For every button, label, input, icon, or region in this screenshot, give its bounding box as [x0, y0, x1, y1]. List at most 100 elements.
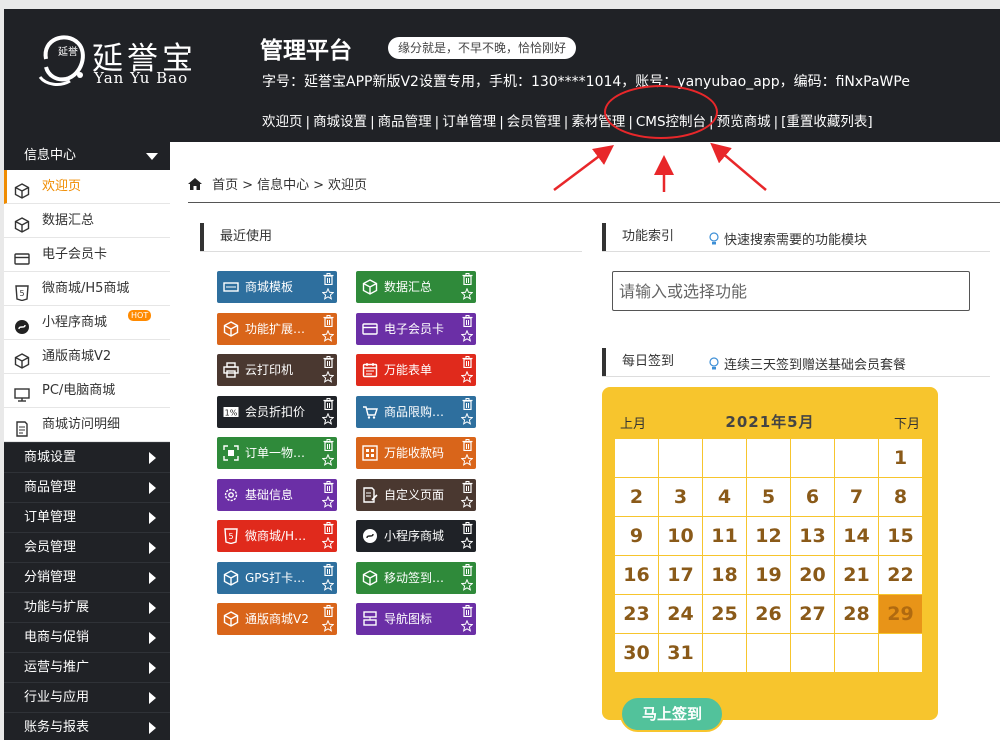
star-icon[interactable]: [460, 287, 474, 300]
calendar-day[interactable]: 23: [615, 595, 658, 633]
trash-icon[interactable]: [462, 605, 473, 618]
sidebar-sub-item[interactable]: 商城访问明细: [4, 408, 170, 442]
recent-tile[interactable]: 商品限购商...: [356, 395, 476, 428]
calendar-today[interactable]: 29: [879, 595, 922, 633]
next-month-button[interactable]: 下月: [894, 413, 920, 432]
calendar-day[interactable]: 22: [879, 556, 922, 594]
trash-icon[interactable]: [323, 522, 334, 535]
calendar-day[interactable]: 31: [659, 634, 702, 672]
calendar-day[interactable]: 16: [615, 556, 658, 594]
breadcrumb-info-center[interactable]: 信息中心: [257, 178, 309, 193]
calendar-day[interactable]: 7: [835, 478, 878, 516]
star-icon[interactable]: [460, 453, 474, 466]
sidebar-category[interactable]: 订单管理: [4, 502, 170, 532]
recent-tile[interactable]: 导航图标: [356, 603, 476, 635]
recent-tile[interactable]: 通版商城V2: [217, 603, 337, 635]
trash-icon[interactable]: [462, 439, 473, 452]
calendar-day[interactable]: 25: [703, 595, 746, 633]
calendar-day[interactable]: 17: [659, 556, 702, 594]
trash-icon[interactable]: [462, 522, 473, 535]
breadcrumb-home[interactable]: 首页: [212, 178, 238, 193]
star-icon[interactable]: [321, 619, 335, 632]
star-icon[interactable]: [460, 329, 474, 342]
star-icon[interactable]: [321, 329, 335, 342]
sidebar-category[interactable]: 运营与推广: [4, 652, 170, 682]
calendar-day[interactable]: 28: [835, 595, 878, 633]
calendar-day[interactable]: 11: [703, 517, 746, 555]
calendar-day[interactable]: 19: [747, 556, 790, 594]
top-nav-item[interactable]: 会员管理: [507, 114, 561, 130]
sidebar-category[interactable]: 功能与扩展: [4, 592, 170, 622]
trash-icon[interactable]: [462, 397, 473, 410]
sidebar-sub-item[interactable]: 通版商城V2: [4, 340, 170, 374]
trash-icon[interactable]: [323, 356, 334, 369]
trash-icon[interactable]: [323, 605, 334, 618]
sidebar-sub-item[interactable]: 5 微商城/H5商城: [4, 272, 170, 306]
calendar-day[interactable]: 20: [791, 556, 834, 594]
trash-icon[interactable]: [323, 563, 334, 576]
star-icon[interactable]: [460, 619, 474, 632]
recent-tile[interactable]: 移动签到（...: [356, 561, 476, 594]
star-icon[interactable]: [321, 453, 335, 466]
trash-icon[interactable]: [462, 356, 473, 369]
recent-tile[interactable]: GPS打卡签...: [217, 561, 337, 594]
recent-tile[interactable]: 功能扩展引...: [217, 312, 337, 345]
recent-tile[interactable]: 基础信息: [217, 478, 337, 511]
calendar-day[interactable]: 26: [747, 595, 790, 633]
trash-icon[interactable]: [323, 273, 334, 286]
calendar-day[interactable]: 3: [659, 478, 702, 516]
calendar-day[interactable]: 21: [835, 556, 878, 594]
recent-tile[interactable]: 数据汇总: [356, 271, 476, 303]
top-nav-item[interactable]: 商城设置: [313, 114, 367, 130]
sidebar-category[interactable]: 行业与应用: [4, 682, 170, 712]
sidebar-sub-item[interactable]: 欢迎页: [4, 170, 170, 204]
calendar-day[interactable]: 24: [659, 595, 702, 633]
calendar-day[interactable]: 12: [747, 517, 790, 555]
recent-tile[interactable]: 订单一物一...: [217, 437, 337, 469]
top-nav-item[interactable]: 欢迎页: [262, 114, 303, 130]
calendar-day[interactable]: 15: [879, 517, 922, 555]
trash-icon[interactable]: [462, 563, 473, 576]
star-icon[interactable]: [321, 287, 335, 300]
star-icon[interactable]: [460, 412, 474, 425]
trash-icon[interactable]: [323, 397, 334, 410]
calendar-day[interactable]: 6: [791, 478, 834, 516]
calendar-day[interactable]: 13: [791, 517, 834, 555]
top-nav-item[interactable]: 订单管理: [442, 114, 496, 130]
top-nav-item[interactable]: CMS控制台: [636, 114, 706, 130]
recent-tile[interactable]: 万能收款码: [356, 437, 476, 469]
sidebar-group-info-center[interactable]: 信息中心: [4, 142, 170, 170]
function-search-input[interactable]: [612, 271, 970, 311]
calendar-day[interactable]: 30: [615, 634, 658, 672]
star-icon[interactable]: [321, 578, 335, 591]
top-nav-item[interactable]: 预览商城: [717, 114, 771, 130]
recent-tile[interactable]: 自定义页面: [356, 478, 476, 511]
calendar-day[interactable]: 27: [791, 595, 834, 633]
star-icon[interactable]: [460, 578, 474, 591]
logo[interactable]: 延誉 延誉宝 Yan Yu Bao: [36, 29, 216, 99]
trash-icon[interactable]: [462, 314, 473, 327]
recent-tile[interactable]: 1% 会员折扣价: [217, 395, 337, 428]
sidebar-sub-item[interactable]: PC/电脑商城: [4, 374, 170, 408]
star-icon[interactable]: [321, 495, 335, 508]
sidebar-sub-item[interactable]: 电子会员卡: [4, 238, 170, 272]
top-nav-item[interactable]: 商品管理: [378, 114, 432, 130]
star-icon[interactable]: [321, 412, 335, 425]
calendar-day[interactable]: 10: [659, 517, 702, 555]
sidebar-sub-item[interactable]: 小程序商城 HOT: [4, 306, 170, 340]
recent-tile[interactable]: 5 微商城/H5...: [217, 520, 337, 552]
top-nav-item[interactable]: 素材管理: [571, 114, 625, 130]
sidebar-category[interactable]: 分销管理: [4, 562, 170, 592]
calendar-day[interactable]: 1: [879, 439, 922, 477]
trash-icon[interactable]: [462, 273, 473, 286]
recent-tile[interactable]: 商城模板: [217, 271, 337, 303]
sidebar-category[interactable]: 会员管理: [4, 532, 170, 562]
sidebar-category[interactable]: 电商与促销: [4, 622, 170, 652]
calendar-day[interactable]: 2: [615, 478, 658, 516]
star-icon[interactable]: [321, 536, 335, 549]
star-icon[interactable]: [460, 495, 474, 508]
calendar-day[interactable]: 4: [703, 478, 746, 516]
recent-tile[interactable]: 云打印机: [217, 354, 337, 386]
checkin-button[interactable]: 马上签到: [620, 696, 724, 732]
calendar-day[interactable]: 18: [703, 556, 746, 594]
